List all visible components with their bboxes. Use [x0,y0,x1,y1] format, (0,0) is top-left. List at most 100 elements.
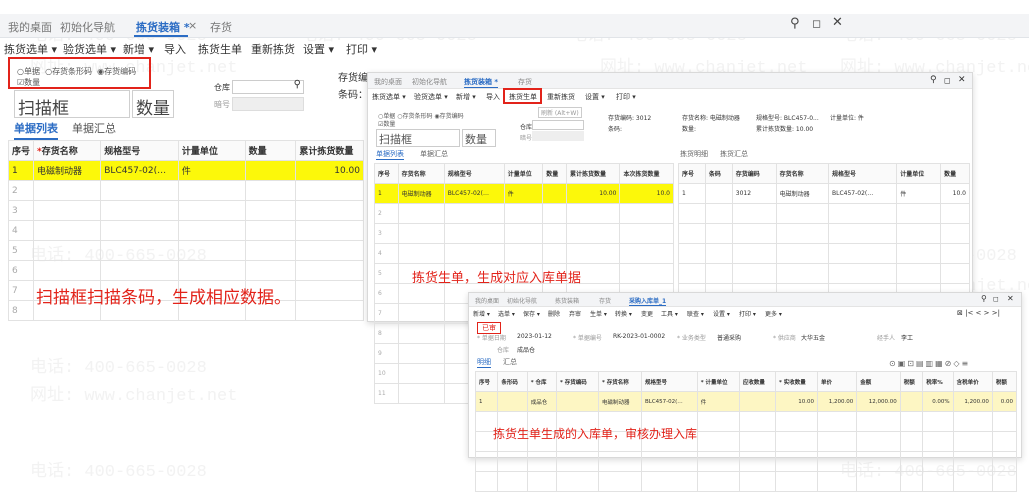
qty-input[interactable]: 数量 [132,90,174,119]
w3-toolbar-item[interactable]: 弃审 [569,309,581,318]
w2-tab-doc-summary[interactable]: 单据汇总 [420,149,448,159]
radio-code[interactable]: ◉存货编码 [97,67,136,76]
w3-toolbar-item[interactable]: 设置 ▾ [713,309,730,318]
w2-tab-doc-list[interactable]: 单据列表 [376,149,404,160]
w2-tab-pick-summary[interactable]: 拣货汇总 [720,149,748,159]
w2-toolbar-item[interactable]: 验货选单 ▾ [414,92,448,102]
tab-init-nav[interactable]: 初始化导航 [60,19,115,35]
search-icon[interactable]: ⚲ [930,75,937,85]
w2-scan-input[interactable]: 扫描框 [376,129,460,147]
w2-tab-active[interactable]: 拣货装箱 * [464,77,499,88]
maximize-icon[interactable]: ◻ [944,76,951,85]
field-handler[interactable]: 李工 [901,333,913,342]
w2-qty-input[interactable]: 数量 [462,129,496,147]
w3-tab-detail[interactable]: 明细 [477,357,491,368]
cell: 1 [7,160,35,181]
caption-scan: 扫描框扫描条码，生成相应数据。 [36,288,291,308]
table-row[interactable]: 1 3012 电磁制动器 BLC457-02(… 件 10.0 [678,183,970,204]
radio[interactable]: ○存货条形码 [397,113,432,120]
w2-toolbar-item[interactable]: 重新拣货 [547,92,575,102]
table-row[interactable]: 5 [7,240,364,261]
maximize-icon[interactable]: ◻ [993,295,999,303]
tab-inventory[interactable]: 存货 [210,19,232,35]
close-icon[interactable]: ✕ [1007,294,1014,303]
w3-toolbar-item[interactable]: 选单 ▾ [498,309,515,318]
field-doc-date[interactable]: 2023-01-12 [517,333,552,340]
import-button[interactable]: 导入 [164,41,186,57]
field-doc-no[interactable]: RK-2023-01-0002 [613,333,665,340]
table-row[interactable]: 3 [7,200,364,221]
w3-tab-summary[interactable]: 汇总 [503,357,517,367]
watermark-text: 电话: 400-665-0028 [30,359,207,378]
w2-toolbar-item[interactable]: 设置 ▾ [585,92,605,102]
radio-barcode[interactable]: ○存货条形码 [45,67,92,76]
field-biz-type[interactable]: 普通采购 [717,333,741,342]
w3-tab[interactable]: 我的桌面 [475,296,499,305]
scan-input[interactable]: 扫描框 [14,90,130,119]
w3-tab[interactable]: 拣货装箱 [555,296,579,305]
new-button[interactable]: 新增 ▾ [123,41,154,57]
w2-tab-pick-detail[interactable]: 拣货明细 [680,149,708,159]
search-icon[interactable]: ⚲ [294,79,301,90]
w3-toolbar-item[interactable]: 保存 ▾ [523,309,540,318]
table-row[interactable]: 1 成品仓 电磁制动器 BLC457-02(… 件 10.00 1,200.00… [474,391,1018,412]
w3-toolbar-item[interactable]: 变更 [641,309,653,318]
w2-toolbar-item[interactable]: 打印 ▾ [616,92,636,102]
field-supplier[interactable]: 大华五金 [801,333,825,342]
w3-toolbar-item[interactable]: 新增 ▾ [473,309,490,318]
w2-tab[interactable]: 我的桌面 [374,77,402,87]
w3-toolbar-item[interactable]: 删除 [548,309,560,318]
close-icon[interactable]: ✕ [832,15,843,30]
search-icon[interactable]: ⚲ [790,16,800,31]
table-row[interactable]: 1 电磁制动器 BLC457-02(… 件 10.00 [7,160,364,181]
w2-tab[interactable]: 初始化导航 [412,77,447,87]
table-row[interactable]: 2 [7,180,364,201]
repick-button[interactable]: 重新拣货 [251,41,295,57]
tab-doc-list[interactable]: 单据列表 [14,120,58,140]
tab-close-icon[interactable]: × [188,19,197,32]
close-icon[interactable]: ✕ [958,75,966,85]
w3-tab-active[interactable]: 采购入库单_1 [629,296,667,306]
radio[interactable]: ◉存货编码 [434,113,463,120]
w2-code-input[interactable] [532,131,584,141]
code-label: 暗号 [214,100,230,109]
table-row[interactable]: 6 [7,260,364,281]
main-tab-bar: 我的桌面 初始化导航 拣货装箱 * × 存货 ⚲ ◻ ✕ [0,14,1029,38]
search-icon[interactable]: ⚲ [981,294,987,303]
pick-select-button[interactable]: 拣货选单 ▾ [4,41,57,57]
w3-nav-icons[interactable]: ⊠ |< < > >| [957,309,1000,317]
table-row[interactable]: 1 电磁制动器 BLC457-02(… 件 10.00 10.0 [374,183,674,204]
w3-tab[interactable]: 初始化导航 [507,296,537,305]
table-row[interactable]: 4 [7,220,364,241]
radio-doc[interactable]: ○单据 [17,67,40,76]
warehouse-input[interactable]: ⚲ [232,79,304,94]
w3-toolbar-item[interactable]: 工具 ▾ [661,309,678,318]
w3-toolbar-item[interactable]: 生单 ▾ [590,309,607,318]
w2-warehouse-input[interactable] [532,120,584,130]
qty-checkbox[interactable]: ☑数量 [17,77,40,88]
w2-tab[interactable]: 存货 [518,77,532,87]
code-input[interactable] [232,97,304,111]
tab-picking[interactable]: 拣货装箱 * [136,19,190,35]
field-warehouse[interactable]: 成品仓 [517,345,535,354]
w2-toolbar-item[interactable]: 新增 ▾ [456,92,476,102]
tab-desktop[interactable]: 我的桌面 [8,19,52,35]
inspect-select-button[interactable]: 验货选单 ▾ [63,41,116,57]
cell: 电磁制动器 [33,160,102,181]
tab-doc-summary[interactable]: 单据汇总 [72,120,116,136]
w2-toolbar-item[interactable]: 导入 [486,92,500,102]
print-button[interactable]: 打印 ▾ [346,41,377,57]
w3-grid-tools-icons[interactable]: ⊙▣⊡▤▥▦⊘◇≡ [889,359,970,368]
w3-toolbar-item[interactable]: 更多 ▾ [765,309,782,318]
w3-tab[interactable]: 存货 [599,296,611,305]
watermark-text: 电话: 400-665-0028 [30,463,207,482]
approved-stamp: 已审 [477,320,501,334]
w3-toolbar-item[interactable]: 打印 ▾ [739,309,756,318]
generate-doc-button[interactable]: 拣货生单 [198,41,242,57]
w2-toolbar-item[interactable]: 拣货选单 ▾ [372,92,406,102]
maximize-icon[interactable]: ◻ [812,17,821,30]
w3-toolbar-item[interactable]: 联查 ▾ [687,309,704,318]
settings-button[interactable]: 设置 ▾ [303,41,334,57]
w3-toolbar-item[interactable]: 转换 ▾ [615,309,632,318]
w2-qty-checkbox[interactable]: ☑数量 [378,119,395,128]
